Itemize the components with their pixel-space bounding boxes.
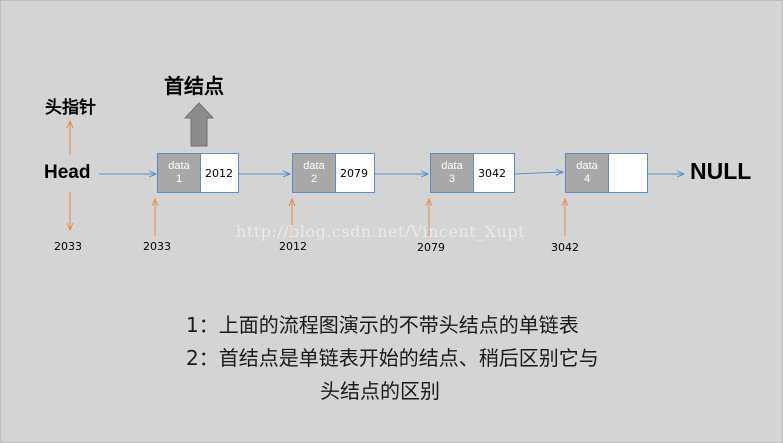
node-data-cell: data 3 [431, 154, 474, 192]
linked-list-diagram: 头指针 首结点 Head NULL data 1 2012 data 2 2079 … [0, 0, 783, 443]
node-address-3: 2079 [417, 241, 445, 254]
node-address-1: 2033 [143, 240, 171, 253]
node-next-cell: 2012 [201, 154, 238, 192]
node-address-4: 3042 [551, 241, 579, 254]
list-node-2: data 2 2079 [292, 153, 375, 193]
caption-line-3: 头结点的区别 [320, 379, 440, 403]
node-next-cell: 2079 [336, 154, 374, 192]
head-label: Head [44, 162, 91, 183]
null-label: NULL [690, 158, 752, 184]
node3-to-node4-arrow [513, 172, 563, 174]
node-data-cell: data 2 [293, 154, 336, 192]
watermark: http://blog.csdn.net/Vincent_Xupt [236, 222, 526, 241]
node-address-2: 2012 [279, 240, 307, 253]
head-pointer-label: 头指针 [45, 98, 96, 118]
caption-line-2: 2：首结点是单链表开始的结点、稍后区别它与 [186, 346, 599, 370]
node-data-cell: data 1 [158, 154, 201, 192]
node-data-cell: data 4 [566, 154, 609, 192]
first-node-label: 首结点 [164, 74, 224, 98]
node-next-cell [609, 154, 647, 192]
list-node-4: data 4 [565, 153, 648, 193]
list-node-1: data 1 2012 [157, 153, 239, 193]
node-next-cell: 3042 [474, 154, 514, 192]
first-node-block-arrow [183, 102, 215, 147]
list-node-3: data 3 3042 [430, 153, 515, 193]
head-address: 2033 [54, 240, 82, 253]
caption-line-1: 1：上面的流程图演示的不带头结点的单链表 [186, 313, 579, 337]
